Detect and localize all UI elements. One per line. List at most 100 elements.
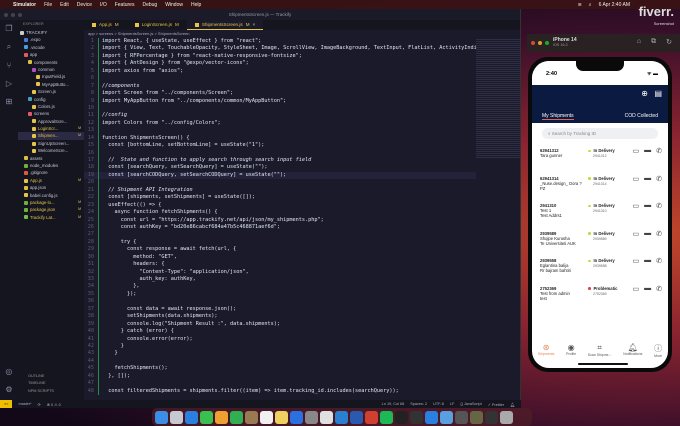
message-icon[interactable]: ▭ <box>633 147 640 155</box>
rotate-icon[interactable]: ↻ <box>666 38 672 46</box>
powerpoint-icon[interactable] <box>365 410 378 424</box>
tab-cod-collected[interactable]: COD Collected <box>625 113 658 120</box>
notes-icon[interactable] <box>275 410 288 424</box>
photos-icon[interactable] <box>215 410 228 424</box>
message-icon[interactable]: ▭ <box>633 230 640 238</box>
sync-icon[interactable]: ⟳ <box>38 402 41 407</box>
window-3-icon[interactable] <box>485 410 498 424</box>
launchpad-icon[interactable] <box>170 410 183 424</box>
window-2-icon[interactable] <box>470 410 483 424</box>
explorer-item[interactable]: WelcomeScre... <box>18 147 84 154</box>
shipment-row[interactable]: 2941310 Test 1 Test Addrs1 In Delivery 29413… <box>532 199 668 227</box>
shipment-row[interactable]: 62941312 Tara gunner In Delivery 2941312 ▭ ▬ ✆ <box>532 144 668 172</box>
sms-icon[interactable]: ▬ <box>644 202 651 210</box>
menu-edit[interactable]: Edit <box>60 2 69 8</box>
search-icon[interactable]: ⌕ <box>7 42 11 52</box>
finder-icon[interactable] <box>155 410 168 424</box>
xcode-icon[interactable] <box>425 410 438 424</box>
message-icon[interactable]: ▭ <box>633 202 640 210</box>
explorer-item[interactable]: assets <box>18 155 84 162</box>
explorer-item[interactable]: ApprovalScre... <box>18 118 84 125</box>
trash-icon[interactable] <box>500 410 513 424</box>
search-input[interactable]: ⌕ Search by Tracking ID <box>542 128 658 139</box>
timeline-panel[interactable]: TIMELINE <box>18 381 84 389</box>
terminal-icon[interactable] <box>395 410 408 424</box>
menu-app-name[interactable]: Simulator <box>13 2 36 8</box>
explorer-item[interactable]: .gitignore <box>18 169 84 176</box>
explorer-item[interactable]: Screen.js <box>18 88 84 95</box>
account-icon[interactable]: ◎ <box>5 367 12 376</box>
document-settings-icon[interactable]: ▤ <box>654 89 662 98</box>
explorer-item[interactable]: .expo <box>18 36 84 43</box>
phone-call-icon[interactable]: ✆ <box>656 175 662 183</box>
nav-scan[interactable]: ⌗ Scan Shipme... <box>588 343 612 358</box>
notes-app-icon[interactable] <box>245 410 258 424</box>
message-icon[interactable]: ▭ <box>633 285 640 293</box>
explorer-item[interactable]: MyAppButto... <box>18 81 84 88</box>
explorer-item[interactable]: node_modules <box>18 162 84 169</box>
home-icon[interactable]: ⌂ <box>637 38 641 46</box>
reminders-icon[interactable] <box>260 410 273 424</box>
explorer-item[interactable]: LoginScr... M <box>18 125 84 132</box>
explorer-item[interactable]: Colors.js <box>18 103 84 110</box>
phone-call-icon[interactable]: ✆ <box>656 285 662 293</box>
explorer-item[interactable]: app <box>18 51 84 58</box>
window-controls[interactable] <box>531 41 549 45</box>
nav-shipments[interactable]: ⊛ Shipments <box>538 343 555 358</box>
prettier-status[interactable]: ✓ Prettier <box>488 402 504 407</box>
phone-call-icon[interactable]: ✆ <box>656 202 662 210</box>
explorer-item[interactable]: babel.config.js <box>18 192 84 199</box>
terminal-2-icon[interactable] <box>410 410 423 424</box>
shipment-row[interactable]: 2939558 Eglantina balija Rr bajram bahtiri… <box>532 254 668 282</box>
sms-icon[interactable]: ▬ <box>644 147 651 155</box>
code-editor[interactable]: 1 import React, { useState, useEffect } f… <box>84 38 476 400</box>
scan-search-icon[interactable]: ⊕ <box>641 89 648 98</box>
language-mode[interactable]: {} JavaScript <box>460 402 481 407</box>
menu-device[interactable]: Device <box>77 2 92 8</box>
explorer-item[interactable]: app.json <box>18 184 84 191</box>
sms-icon[interactable]: ▬ <box>644 257 651 265</box>
explorer-item[interactable]: .vscode <box>18 44 84 51</box>
sms-icon[interactable]: ▬ <box>644 175 651 183</box>
chrome-icon[interactable] <box>320 410 333 424</box>
spotify-icon[interactable] <box>380 410 393 424</box>
explorer-item[interactable]: InputField.js <box>18 73 84 80</box>
line-ending[interactable]: LF <box>450 402 454 407</box>
encoding[interactable]: UTF-8 <box>433 402 444 407</box>
menubar-clock[interactable]: 6 Apr 2:40 AM <box>599 2 630 8</box>
explorer-item[interactable]: TRACKIFY <box>18 29 84 36</box>
nav-profile[interactable]: ◉ Profile <box>566 343 576 358</box>
branch-indicator[interactable]: master* <box>18 402 31 406</box>
message-icon[interactable]: ▭ <box>633 175 640 183</box>
sms-icon[interactable]: ▬ <box>644 230 651 238</box>
bell-icon[interactable]: 🔔︎ <box>510 402 515 407</box>
outline-panel[interactable]: OUTLINE <box>18 374 84 382</box>
app-store-icon[interactable] <box>290 410 303 424</box>
menu-help[interactable]: Help <box>191 2 201 8</box>
vscode-icon[interactable] <box>335 410 348 424</box>
menu-window[interactable]: Window <box>165 2 183 8</box>
menu-io[interactable]: I/O <box>100 2 107 8</box>
indentation[interactable]: Spaces: 2 <box>410 402 427 407</box>
phone-call-icon[interactable]: ✆ <box>656 147 662 155</box>
word-icon[interactable] <box>350 410 363 424</box>
shipment-row[interactable]: 2939589 Shqipe Kurusha Te Universiteti AUK… <box>532 227 668 255</box>
tab-login-screen[interactable]: LoginScreen.js M <box>127 20 187 30</box>
downloads-icon[interactable] <box>440 410 453 424</box>
problems-indicator[interactable]: ⊗ 0 ⚠ 0 <box>47 402 61 407</box>
menu-features[interactable]: Features <box>115 2 135 8</box>
cursor-position[interactable]: Ln 19, Col 68 <box>382 402 405 407</box>
minimap[interactable] <box>476 38 520 158</box>
explorer-item[interactable]: App.js M <box>18 177 84 184</box>
screenshot-icon[interactable]: ⧉ <box>651 38 656 46</box>
messages-icon[interactable] <box>200 410 213 424</box>
close-icon[interactable]: × <box>253 20 256 30</box>
run-debug-icon[interactable]: ▷ <box>6 79 12 88</box>
safari-icon[interactable] <box>185 410 198 424</box>
tab-shipments-screen[interactable]: ShipmentsScreen.js M × <box>186 20 264 30</box>
explorer-item[interactable]: SignUpScreen... <box>18 140 84 147</box>
system-settings-icon[interactable] <box>305 410 318 424</box>
explorer-item[interactable]: config <box>18 96 84 103</box>
tab-my-shipments[interactable]: My Shipments <box>542 113 574 120</box>
explorer-item[interactable]: Trackify Lat... M <box>18 214 84 221</box>
